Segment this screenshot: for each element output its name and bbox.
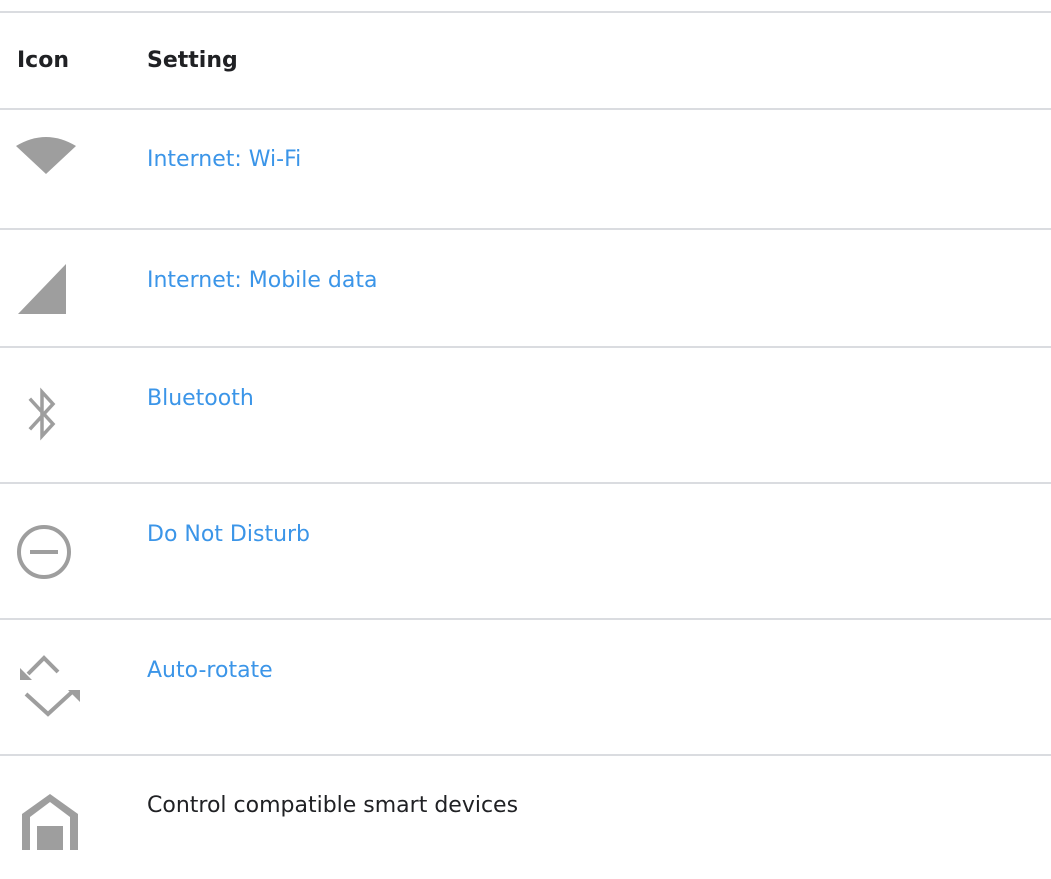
table-row: Auto-rotate xyxy=(0,620,1051,754)
table-row: Bluetooth xyxy=(0,348,1051,482)
setting-link-bluetooth[interactable]: Bluetooth xyxy=(147,385,254,413)
setting-link-auto-rotate[interactable]: Auto-rotate xyxy=(147,657,273,685)
table-row: Internet: Wi-Fi xyxy=(0,110,1051,228)
do-not-disturb-icon xyxy=(16,524,86,594)
mobile-signal-icon xyxy=(18,264,88,334)
table-header-row: Icon Setting xyxy=(0,14,1051,108)
table-row: Internet: Mobile data xyxy=(0,230,1051,346)
table-row: Do Not Disturb xyxy=(0,484,1051,618)
home-icon xyxy=(20,792,90,862)
wifi-icon xyxy=(14,134,84,204)
auto-rotate-icon xyxy=(18,650,88,720)
header-icon: Icon xyxy=(17,48,70,73)
setting-label-smart-devices: Control compatible smart devices xyxy=(147,793,519,818)
header-setting: Setting xyxy=(147,48,238,73)
setting-link-wifi[interactable]: Internet: Wi-Fi xyxy=(147,146,301,174)
table-row: Control compatible smart devices xyxy=(0,756,1051,879)
setting-link-mobile-data[interactable]: Internet: Mobile data xyxy=(147,267,377,295)
table-top-border xyxy=(0,11,1051,13)
bluetooth-icon xyxy=(28,386,98,456)
setting-link-do-not-disturb[interactable]: Do Not Disturb xyxy=(147,521,310,549)
